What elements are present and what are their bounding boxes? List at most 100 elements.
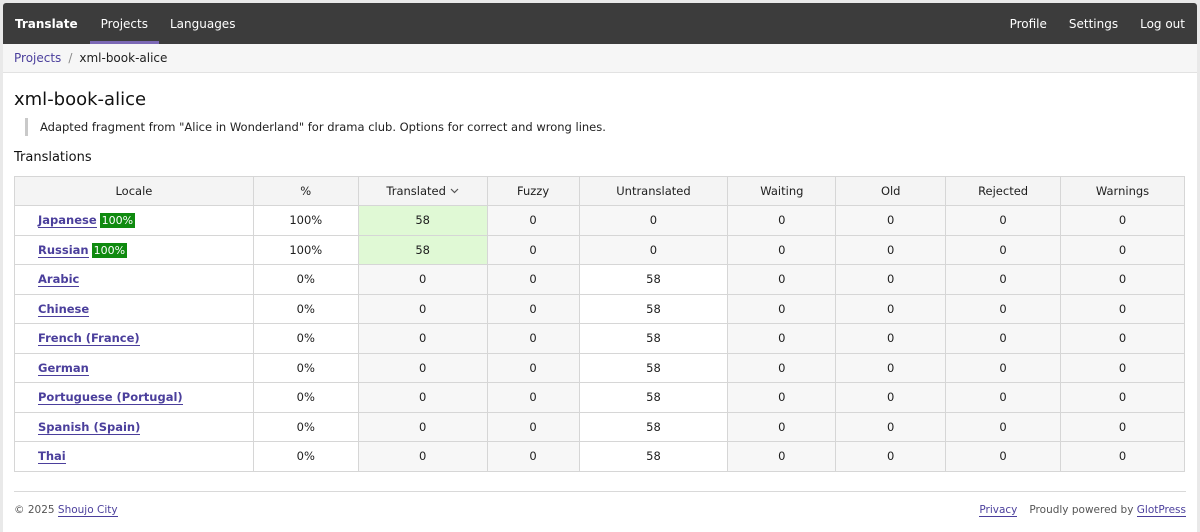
old-cell: 0 [835,352,947,383]
warnings-cell: 0 [1060,441,1185,472]
locale-link[interactable]: French (France) [38,331,140,347]
waiting-cell: 0 [727,234,837,265]
nav-settings[interactable]: Settings [1058,3,1129,44]
nav-profile[interactable]: Profile [999,3,1058,44]
rejected-cell: 0 [945,352,1062,383]
locale-cell: Japanese 100% [14,205,254,236]
rejected-cell: 0 [945,441,1062,472]
fuzzy-cell: 0 [486,293,580,324]
col-header-label: % [300,184,312,198]
locale-link[interactable]: German [38,360,89,376]
col-header-label: Fuzzy [516,184,550,198]
locale-link[interactable]: Russian [38,242,89,258]
col-header-percent[interactable]: % [252,176,359,206]
translated-cell: 0 [357,411,488,442]
section-title: Translations [14,150,92,165]
warnings-cell: 0 [1060,234,1185,265]
untranslated-cell: 58 [578,264,729,295]
fuzzy-cell: 0 [486,352,580,383]
translated-cell: 58 [357,234,488,265]
locale-link[interactable]: Thai [38,449,66,465]
locale-link[interactable]: Arabic [38,272,80,288]
rejected-cell: 0 [945,382,1062,413]
col-header-locale[interactable]: Locale [14,176,254,206]
breadcrumb-current: xml-book-alice [79,51,168,65]
col-header-rejected[interactable]: Rejected [945,176,1062,206]
completion-badge: 100% [91,242,128,258]
col-header-label: Waiting [760,184,804,198]
glotpress-link[interactable]: GlotPress [1136,504,1186,517]
col-header-waiting[interactable]: Waiting [727,176,837,206]
brand-link[interactable]: Translate [3,3,90,44]
completion-badge: 100% [99,213,136,229]
table-row: Arabic 0% 0 0 58 0 0 0 0 [14,264,1185,295]
fuzzy-cell: 0 [486,234,580,265]
percent-cell: 0% [252,323,359,354]
percent-cell: 0% [252,264,359,295]
col-header-warnings[interactable]: Warnings [1060,176,1185,206]
untranslated-cell: 0 [578,205,729,236]
page-title: xml-book-alice [14,89,147,110]
warnings-cell: 0 [1060,352,1185,383]
privacy-link[interactable]: Privacy [979,504,1018,517]
waiting-cell: 0 [727,352,837,383]
table-row: Japanese 100% 100% 58 0 0 0 0 0 0 [14,205,1185,236]
old-cell: 0 [835,264,947,295]
locale-cell: German [14,352,254,383]
col-header-translated[interactable]: Translated [357,176,488,206]
old-cell: 0 [835,441,947,472]
rejected-cell: 0 [945,234,1062,265]
rejected-cell: 0 [945,293,1062,324]
breadcrumb-separator: / [68,51,73,65]
locale-link[interactable]: Spanish (Spain) [38,419,141,435]
locale-link[interactable]: Portuguese (Portugal) [38,390,183,406]
locale-cell: Chinese [14,293,254,324]
translations-table: Locale % Translated Fuzzy Untranslated W… [14,176,1185,472]
table-row: Portuguese (Portugal) 0% 0 0 58 0 0 0 0 [14,382,1185,413]
col-header-old[interactable]: Old [835,176,947,206]
powered-text: Proudly powered by [1029,504,1134,516]
untranslated-cell: 58 [578,441,729,472]
percent-cell: 0% [252,441,359,472]
locale-cell: Arabic [14,264,254,295]
chevron-down-icon [450,187,459,197]
nav-languages[interactable]: Languages [159,3,246,44]
locale-cell: Portuguese (Portugal) [14,382,254,413]
old-cell: 0 [835,382,947,413]
translated-cell: 0 [357,293,488,324]
warnings-cell: 0 [1060,264,1185,295]
locale-cell: Thai [14,441,254,472]
col-header-label: Translated [386,184,446,198]
rejected-cell: 0 [945,411,1062,442]
col-header-label: Untranslated [616,184,691,198]
waiting-cell: 0 [727,441,837,472]
col-header-untranslated[interactable]: Untranslated [578,176,729,206]
col-header-label: Old [880,184,901,198]
table-body: Japanese 100% 100% 58 0 0 0 0 0 0 Russian 100% 100% 5… [14,205,1185,472]
percent-cell: 0% [252,382,359,413]
nav-projects[interactable]: Projects [89,3,160,44]
table-row: French (France) 0% 0 0 58 0 0 0 0 [14,323,1185,354]
percent-cell: 0% [252,352,359,383]
powered-by: Proudly powered by GlotPress [1029,504,1186,517]
nav-logout[interactable]: Log out [1129,3,1197,44]
locale-link[interactable]: Chinese [38,301,90,317]
col-header-fuzzy[interactable]: Fuzzy [486,176,580,206]
waiting-cell: 0 [727,411,837,442]
breadcrumb-projects-link[interactable]: Projects [14,51,61,65]
fuzzy-cell: 0 [486,205,580,236]
site-link[interactable]: Shoujo City [57,504,118,517]
locale-link[interactable]: Japanese [38,213,97,229]
old-cell: 0 [835,411,947,442]
nav-left: Translate Projects Languages [3,3,246,44]
translated-cell: 0 [357,382,488,413]
copyright-text: © 2025 [14,504,55,516]
percent-cell: 0% [252,293,359,324]
waiting-cell: 0 [727,293,837,324]
untranslated-cell: 58 [578,411,729,442]
untranslated-cell: 58 [578,323,729,354]
warnings-cell: 0 [1060,382,1185,413]
percent-cell: 100% [252,205,359,236]
old-cell: 0 [835,205,947,236]
rejected-cell: 0 [945,264,1062,295]
